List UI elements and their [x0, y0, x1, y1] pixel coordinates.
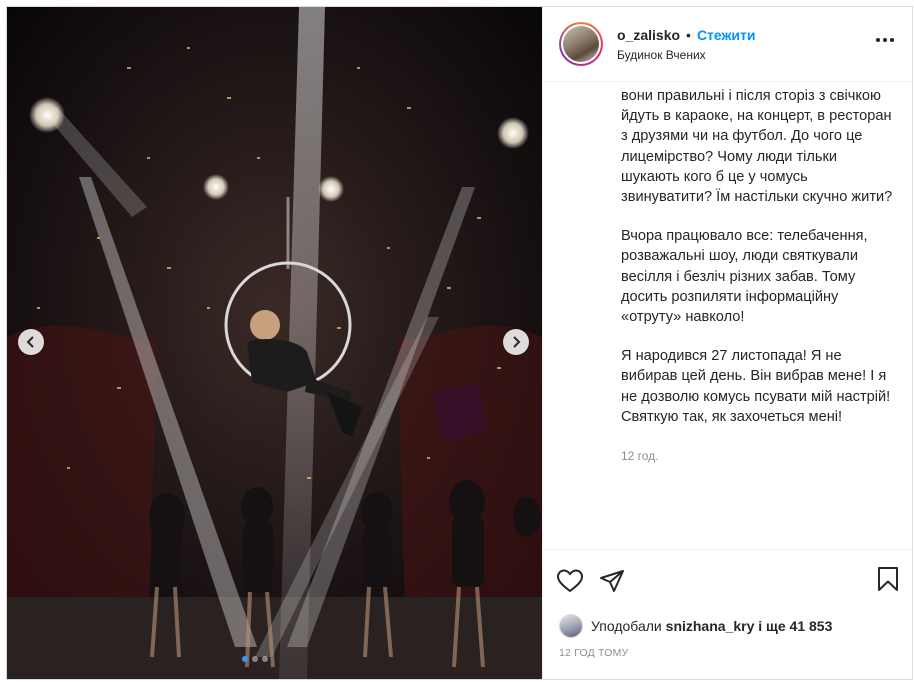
stage-photo [7, 7, 542, 679]
caption-paragraph: Я народився 27 листопада! Я не вибирав ц… [621, 348, 891, 425]
carousel-next-button[interactable] [503, 329, 529, 355]
more-options-icon[interactable] [876, 38, 894, 42]
separator-dot: • [686, 26, 691, 43]
liker-username[interactable]: snizhana_kry [666, 618, 755, 634]
avatar-image [563, 26, 599, 62]
heart-icon [557, 568, 583, 592]
likes-count[interactable]: і ще 41 853 [758, 618, 832, 634]
action-bar [543, 549, 912, 611]
caption-paragraph: Вчора працювало все: телебачення, розваж… [621, 228, 868, 326]
share-button[interactable] [599, 569, 625, 593]
avatar[interactable] [559, 22, 603, 66]
save-button[interactable] [876, 566, 900, 597]
like-button[interactable] [557, 568, 583, 593]
carousel-dot [262, 656, 268, 662]
post-media[interactable] [7, 7, 542, 679]
bookmark-icon [878, 567, 898, 591]
follow-button[interactable]: Стежити [697, 27, 756, 43]
caption: вони правильні і після сторіз з свічкою … [543, 82, 912, 549]
chevron-right-icon [513, 336, 521, 348]
post-timestamp[interactable]: 12 ГОД ТОМУ [543, 647, 912, 659]
username-link[interactable]: o_zalisko [617, 27, 680, 43]
caption-time: 12 год. [621, 449, 659, 464]
carousel-indicator [242, 656, 268, 662]
carousel-dot [242, 656, 248, 662]
likes-summary: Уподобали snizhana_kry і ще 41 853 [543, 611, 912, 641]
carousel-dot [252, 656, 258, 662]
post-header: o_zalisko • Стежити Будинок Вчених [543, 7, 912, 82]
caption-paragraph: вони правильні і після сторіз з свічкою … [621, 88, 893, 206]
likes-prefix: Уподобали [591, 618, 662, 634]
post-side-panel: o_zalisko • Стежити Будинок Вчених вони … [542, 7, 912, 679]
carousel-prev-button[interactable] [18, 329, 44, 355]
post-card: o_zalisko • Стежити Будинок Вчених вони … [6, 6, 913, 680]
location-link[interactable]: Будинок Вчених [617, 48, 756, 62]
chevron-left-icon [26, 336, 34, 348]
liker-avatar[interactable] [559, 614, 583, 638]
paper-plane-icon [600, 569, 624, 592]
